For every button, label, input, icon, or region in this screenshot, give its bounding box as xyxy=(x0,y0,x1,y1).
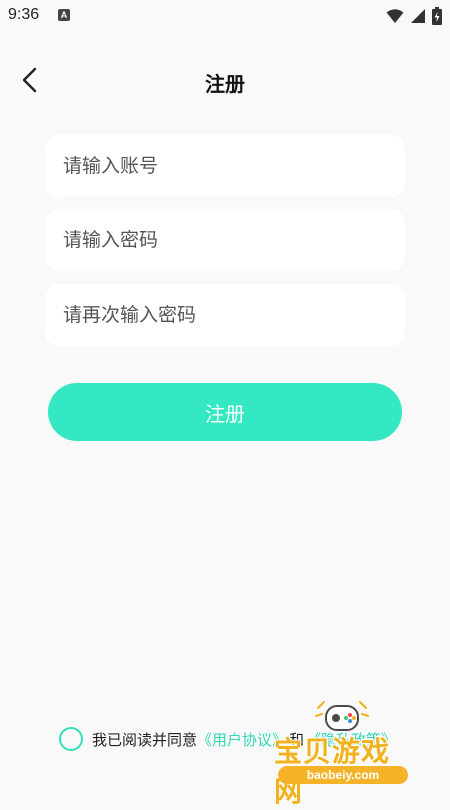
agreement-row: 我已阅读并同意 《用户协议》 和 《隐私政策》 xyxy=(59,726,396,752)
confirm-password-input[interactable] xyxy=(45,284,405,346)
account-input[interactable] xyxy=(45,135,405,197)
notification-icon: A xyxy=(58,9,70,21)
header: 注册 xyxy=(0,56,450,108)
signal-icon xyxy=(410,8,426,28)
battery-icon xyxy=(432,7,442,29)
status-icons xyxy=(386,7,442,29)
confirm-password-field-container xyxy=(45,284,405,346)
password-input[interactable] xyxy=(45,209,405,271)
status-bar: 9:36 A xyxy=(0,0,450,32)
page-title: 注册 xyxy=(205,72,245,96)
agreement-and: 和 xyxy=(289,730,305,749)
status-time: 9:36 xyxy=(8,6,40,23)
agreement-prefix: 我已阅读并同意 xyxy=(92,730,198,749)
password-field-container xyxy=(45,209,405,271)
account-field-container xyxy=(45,135,405,197)
privacy-policy-link[interactable]: 《隐私政策》 xyxy=(306,729,396,750)
watermark-url: baobeiy.com xyxy=(278,766,408,784)
user-agreement-link[interactable]: 《用户协议》 xyxy=(197,729,287,750)
wifi-icon xyxy=(386,8,404,28)
register-button[interactable]: 注册 xyxy=(48,383,402,441)
agree-checkbox[interactable] xyxy=(59,727,83,751)
